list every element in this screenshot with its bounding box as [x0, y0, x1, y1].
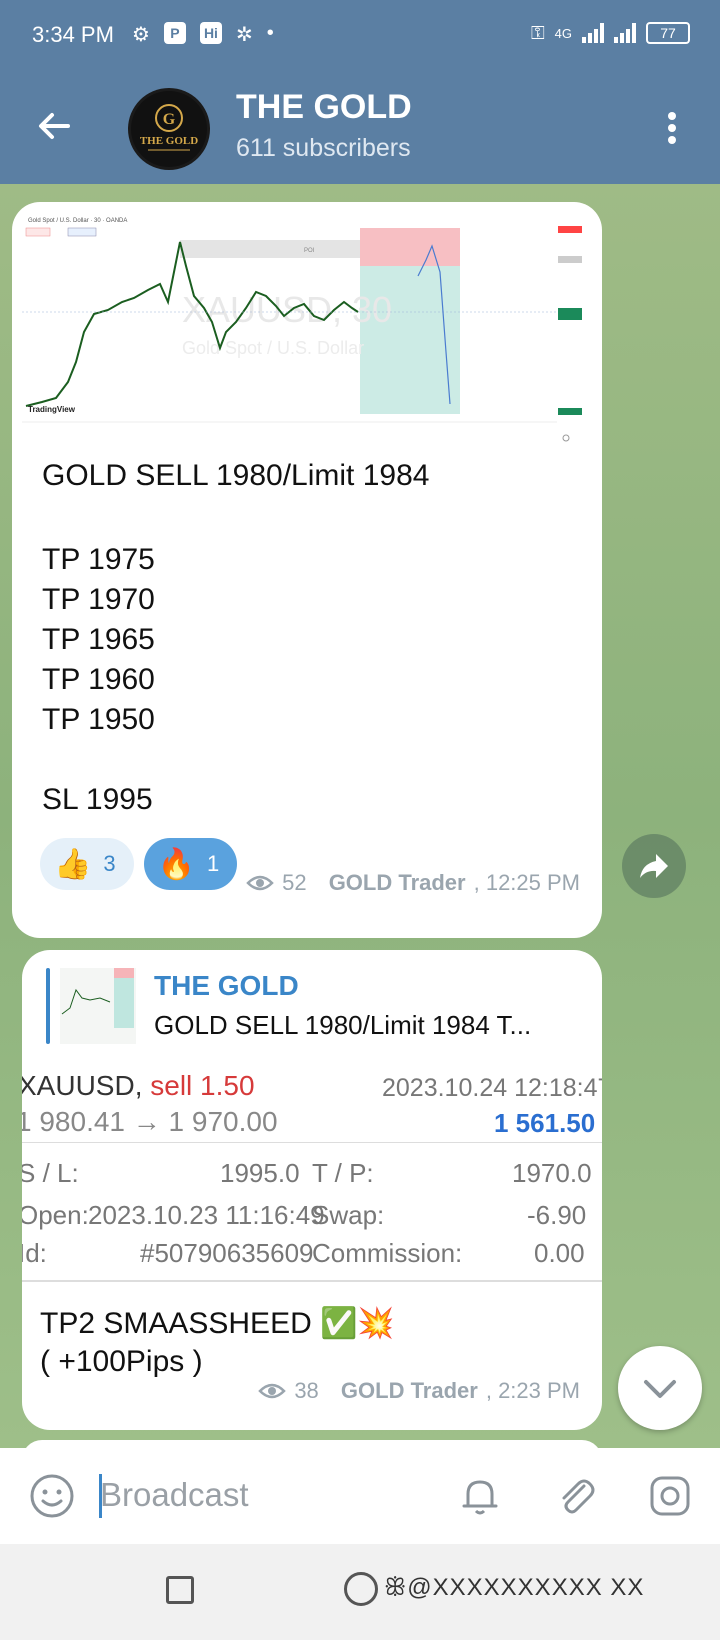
message-bubble[interactable]: Gold Spot / U.S. Dollar · 30 · OANDA POI…	[12, 202, 602, 938]
message-time: , 2:23 PM	[485, 1378, 580, 1403]
key-icon: ⚿	[530, 22, 545, 43]
open-value: 2023.10.23 11:16:49	[88, 1200, 325, 1230]
view-count: 38	[294, 1378, 319, 1403]
thumbs-up-icon: 👍	[54, 847, 92, 881]
status-right: ⚿ 4G 77	[531, 22, 690, 44]
author-name: GOLD Trader	[328, 870, 466, 895]
more-options-icon[interactable]	[658, 108, 686, 148]
status-time: 3:34 PM	[32, 22, 114, 47]
reply-text: GOLD SELL 1980/Limit 1984 T...	[154, 1010, 532, 1040]
attachment-icon[interactable]	[552, 1472, 600, 1520]
scroll-down-button[interactable]	[618, 1346, 702, 1430]
trade-prices: 1 980.41 → 1 970.00	[22, 1106, 278, 1137]
trade-screenshot[interactable]: XAUUSD, sell 1.50 2023.10.24 12:18:47 1 …	[22, 1058, 602, 1288]
message-meta: 38 GOLD Trader , 2:23 PM	[258, 1378, 580, 1404]
eye-icon	[258, 1383, 287, 1399]
post1-line-tp5: TP 1950	[42, 703, 155, 736]
top-bar: 3:34 PM ⚙ P Hi ✲ • ⚿ 4G 77 G THE GOLD TH…	[0, 0, 720, 184]
svg-text:THE GOLD: THE GOLD	[140, 135, 198, 147]
post1-line-tp3: TP 1965	[42, 623, 155, 656]
swap-label: Swap:	[312, 1200, 385, 1230]
trade-profit: 1 561.50	[494, 1108, 596, 1138]
open-label: Open:	[22, 1200, 89, 1230]
reaction-thumbs-up[interactable]: 👍 3	[40, 838, 134, 890]
post1-line-sl: SL 1995	[42, 783, 153, 816]
id-label: Id:	[22, 1238, 47, 1268]
gold-logo-icon: G THE GOLD	[131, 91, 207, 167]
sl-value: 1995.0	[220, 1158, 300, 1188]
post1-line-1: GOLD SELL 1980/Limit 1984	[42, 459, 430, 492]
message-meta: 52 GOLD Trader , 12:25 PM	[246, 870, 580, 896]
chat-area[interactable]: Gold Spot / U.S. Dollar · 30 · OANDA POI…	[0, 184, 720, 1448]
poi-label: POI	[304, 248, 315, 254]
next-message-bubble[interactable]	[22, 1440, 602, 1448]
tp-value: 1970.0	[512, 1158, 592, 1188]
message-input[interactable]: Broadcast	[100, 1476, 249, 1514]
message-bubble[interactable]: THE GOLD GOLD SELL 1980/Limit 1984 T... …	[22, 950, 602, 1430]
post1-line-tp1: TP 1975	[42, 543, 155, 576]
reply-accent-bar	[46, 968, 50, 1044]
tp-label: T / P:	[312, 1158, 374, 1188]
fire-icon: 🔥	[157, 847, 195, 881]
app-p-icon: P	[163, 22, 186, 44]
bell-icon[interactable]	[456, 1472, 504, 1520]
back-arrow-icon[interactable]	[34, 106, 74, 146]
reactions: 👍 3 🔥 1	[40, 838, 238, 890]
signal-2-icon	[614, 23, 636, 43]
post2-line-1: TP2 SMAASSHEED ✅💥	[40, 1307, 395, 1340]
camera-icon[interactable]	[646, 1472, 694, 1520]
svg-text:G: G	[163, 111, 176, 128]
trade-side: sell 1.50	[150, 1070, 255, 1101]
message-time: , 12:25 PM	[473, 870, 580, 895]
channel-avatar[interactable]: G THE GOLD	[128, 88, 210, 170]
id-value: #50790635609	[140, 1238, 314, 1268]
reaction-count: 3	[103, 851, 116, 876]
settings-alt-icon: ✲	[235, 24, 253, 46]
sl-label: S / L:	[22, 1158, 79, 1188]
dot-icon: •	[266, 22, 274, 44]
signal-icon	[582, 23, 604, 43]
system-nav-bar: ꕥ@XXXXXXXXXX XX	[0, 1544, 720, 1640]
status-bar: 3:34 PM ⚙ P Hi ✲ • ⚿ 4G 77	[0, 0, 720, 72]
app-hi-icon: Hi	[199, 22, 222, 44]
input-bar: Broadcast	[0, 1448, 720, 1544]
home-button[interactable]	[344, 1572, 378, 1606]
post1-line-tp2: TP 1970	[42, 583, 155, 616]
tradingview-brand: TradingView	[28, 405, 76, 414]
reaction-count: 1	[206, 851, 220, 876]
trade-date: 2023.10.24 12:18:47	[382, 1074, 602, 1102]
gear-icon: ⚙	[132, 24, 150, 46]
reply-title: THE GOLD	[154, 970, 299, 1001]
channel-title[interactable]: THE GOLD	[236, 88, 412, 127]
notification-icons: ⚙ P Hi ✲ •	[132, 22, 274, 47]
recents-button[interactable]	[166, 1576, 194, 1604]
chevron-down-icon	[644, 1380, 676, 1398]
share-button[interactable]	[622, 834, 686, 898]
network-label: 4G	[554, 25, 572, 41]
commission-label: Commission:	[312, 1238, 463, 1268]
reaction-fire[interactable]: 🔥 1	[143, 838, 238, 890]
chart-watermark-sub: Gold Spot / U.S. Dollar	[182, 338, 364, 358]
author-name: GOLD Trader	[340, 1378, 478, 1403]
post2-line-2: ( +100Pips )	[40, 1345, 203, 1378]
post1-line-tp4: TP 1960	[42, 663, 155, 696]
battery-icon: 77	[646, 22, 690, 44]
commission-value: 0.00	[534, 1238, 585, 1268]
watermark-text: ꕥ@XXXXXXXXXX XX	[384, 1574, 645, 1601]
chart-symbol-line: Gold Spot / U.S. Dollar · 30 · OANDA	[28, 218, 127, 224]
eye-icon	[246, 875, 274, 891]
swap-value: -6.90	[527, 1200, 587, 1230]
emoji-icon[interactable]	[28, 1472, 76, 1520]
chart-image[interactable]: Gold Spot / U.S. Dollar · 30 · OANDA POI…	[22, 212, 592, 448]
reply-preview[interactable]: THE GOLD GOLD SELL 1980/Limit 1984 T...	[46, 968, 586, 1044]
share-arrow-icon	[640, 854, 668, 878]
reply-thumbnail	[60, 968, 136, 1044]
trade-symbol: XAUUSD,	[22, 1070, 143, 1101]
view-count: 52	[282, 870, 307, 895]
subscriber-count: 611 subscribers	[236, 134, 411, 162]
